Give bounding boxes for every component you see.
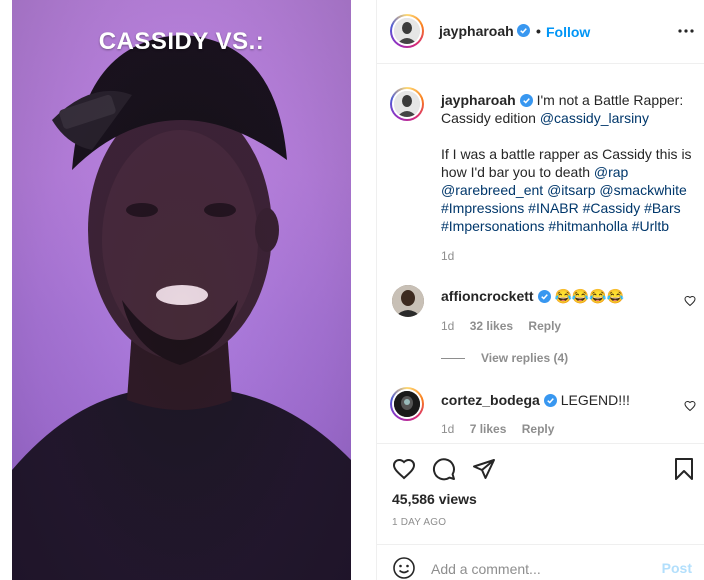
more-options-icon[interactable] xyxy=(678,28,694,34)
comments-list[interactable]: jaypharoah I'm not a Battle Rapper: Cass… xyxy=(376,65,704,443)
comment-time[interactable]: 1d xyxy=(441,319,454,333)
like-heart-icon[interactable] xyxy=(392,457,416,481)
caption-text: jaypharoah I'm not a Battle Rapper: Cass… xyxy=(441,91,696,235)
header-separator: • xyxy=(536,23,541,39)
comment-body: LEGEND!!! xyxy=(560,392,630,408)
comment-input[interactable]: Add a comment... xyxy=(431,561,541,577)
page-margin xyxy=(0,0,12,580)
comment-reply-button[interactable]: Reply xyxy=(528,319,561,333)
verified-badge-icon xyxy=(517,24,530,37)
verified-badge-icon xyxy=(543,394,557,407)
view-replies-label[interactable]: View replies (4) xyxy=(481,351,568,365)
comment-likes[interactable]: 7 likes xyxy=(470,422,507,436)
like-comment-heart-icon[interactable] xyxy=(684,295,696,307)
post-timestamp[interactable]: 1 DAY AGO xyxy=(392,517,446,528)
tag-link[interactable]: #Urltb xyxy=(632,218,669,234)
tag-link[interactable]: @itsarp xyxy=(547,182,595,198)
verified-badge-icon xyxy=(519,94,533,107)
share-paper-plane-icon[interactable] xyxy=(472,457,496,481)
comment-username[interactable]: cortez_bodega xyxy=(441,392,540,408)
caption-username[interactable]: jaypharoah xyxy=(441,92,516,108)
comment-body: 😂😂😂😂 xyxy=(554,288,625,304)
view-replies-button[interactable]: View replies (4) xyxy=(441,351,568,365)
tag-link[interactable]: #Cassidy xyxy=(583,200,641,216)
caption-text-2: If I was a battle rapper as Cassidy this… xyxy=(441,146,692,180)
tag-link[interactable]: @smackwhite xyxy=(599,182,686,198)
caption-author-avatar[interactable] xyxy=(390,87,424,121)
comment-likes[interactable]: 32 likes xyxy=(470,319,513,333)
add-comment-bar: Add a comment... Post xyxy=(376,544,704,580)
like-comment-heart-icon[interactable] xyxy=(684,400,696,412)
comment-time[interactable]: 1d xyxy=(441,422,454,436)
emoji-smiley-icon[interactable] xyxy=(392,556,416,580)
author-avatar[interactable] xyxy=(390,14,424,48)
caption-time[interactable]: 1d xyxy=(441,249,454,263)
comment-meta: 1d 32 likes Reply xyxy=(441,319,573,333)
verified-badge-icon xyxy=(537,290,551,303)
tag-link[interactable]: #Impersonations xyxy=(441,218,545,234)
post-actions: 45,586 views 1 DAY AGO xyxy=(376,443,704,543)
post-comment-button[interactable]: Post xyxy=(662,560,692,576)
comment-text: affioncrockett 😂😂😂😂 xyxy=(441,287,696,305)
tag-link[interactable]: #Impressions xyxy=(441,200,524,216)
tag-link[interactable]: #hitmanholla xyxy=(548,218,627,234)
tag-link[interactable]: #Bars xyxy=(644,200,681,216)
author-username[interactable]: jaypharoah xyxy=(439,23,514,39)
tag-link[interactable]: @rap xyxy=(594,164,628,180)
commenter-avatar[interactable] xyxy=(392,285,424,317)
post-header: jaypharoah • Follow xyxy=(376,0,704,64)
view-count[interactable]: 45,586 views xyxy=(392,491,477,507)
save-bookmark-icon[interactable] xyxy=(672,457,696,481)
comment-meta: 1d 7 likes Reply xyxy=(441,422,566,436)
mention-cassidy-larsiny[interactable]: @cassidy_larsiny xyxy=(540,110,649,126)
post-details-panel: jaypharoah • Follow jaypharoah I'm not a… xyxy=(376,0,704,580)
tag-link[interactable]: @rarebreed_ent xyxy=(441,182,543,198)
follow-button[interactable]: Follow xyxy=(546,24,590,40)
comment-username[interactable]: affioncrockett xyxy=(441,288,534,304)
commenter-avatar[interactable] xyxy=(390,387,424,421)
video-caption-text: CASSIDY VS.: xyxy=(98,28,265,55)
caption-meta: 1d xyxy=(441,249,466,263)
tag-link[interactable]: #INABR xyxy=(528,200,579,216)
comment-reply-button[interactable]: Reply xyxy=(522,422,555,436)
comment-bubble-icon[interactable] xyxy=(432,457,456,481)
replies-line xyxy=(441,358,465,360)
comment-text: cortez_bodega LEGEND!!! xyxy=(441,391,696,409)
video-player[interactable]: CASSIDY VS.: xyxy=(12,0,351,580)
video-shade-overlay xyxy=(12,0,351,580)
